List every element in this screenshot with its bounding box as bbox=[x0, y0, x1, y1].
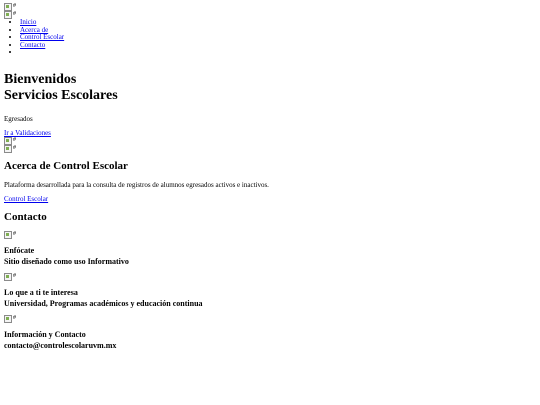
broken-image-icon bbox=[4, 231, 13, 239]
hero-title-line2: Servicios Escolares bbox=[4, 88, 118, 103]
menu-toggle[interactable]: # bbox=[4, 11, 16, 19]
broken-image-icon bbox=[4, 11, 13, 19]
contact-item-1-image: # bbox=[4, 231, 16, 239]
nav-item-empty bbox=[20, 49, 64, 57]
nav-link-contacto[interactable]: Contacto bbox=[20, 41, 45, 49]
hero-image-1: # bbox=[4, 137, 16, 145]
contact-item-2-image: # bbox=[4, 273, 16, 281]
contact-item-2: Lo que a ti te interesa Universidad, Pro… bbox=[4, 287, 203, 309]
broken-image-icon bbox=[4, 3, 13, 11]
hero-image-2: # bbox=[4, 145, 16, 153]
contact-item-1-text: Sitio diseñado como uso Informativo bbox=[4, 257, 129, 266]
contact-item-1: Enfócate Sitio diseñado como uso Informa… bbox=[4, 245, 129, 267]
about-description: Plataforma desarrollada para la consulta… bbox=[4, 181, 269, 189]
contact-item-2-text: Universidad, Programas académicos y educ… bbox=[4, 299, 203, 308]
contact-item-2-title: Lo que a ti te interesa bbox=[4, 288, 78, 297]
logo-image: # bbox=[4, 3, 16, 11]
hero-section: Bienvenidos Servicios Escolares bbox=[4, 72, 118, 104]
contact-email: contacto@controlescolaruvm.mx bbox=[4, 341, 117, 350]
hero-title-line1: Bienvenidos bbox=[4, 72, 77, 87]
broken-image-icon bbox=[4, 137, 13, 145]
contact-item-1-title: Enfócate bbox=[4, 246, 35, 255]
broken-image-icon bbox=[4, 315, 13, 323]
hero-subtitle: Egresados bbox=[4, 115, 33, 123]
control-escolar-link[interactable]: Control Escolar bbox=[4, 195, 48, 203]
contact-item-3-image: # bbox=[4, 315, 16, 323]
nav-item-contacto: Contacto bbox=[20, 41, 64, 50]
validaciones-link[interactable]: Ir a Validaciones bbox=[4, 129, 51, 137]
contact-item-3: Información y Contacto contacto@controle… bbox=[4, 329, 116, 351]
broken-image-icon bbox=[4, 273, 13, 281]
about-title: Acerca de Control Escolar bbox=[4, 160, 128, 172]
broken-image-icon bbox=[4, 145, 13, 153]
main-nav: Inicio Acerca de Control Escolar Contact… bbox=[4, 18, 64, 57]
hero-title: Bienvenidos Servicios Escolares bbox=[4, 72, 118, 104]
contact-title: Contacto bbox=[4, 211, 47, 223]
contact-item-3-title: Información y Contacto bbox=[4, 330, 86, 339]
